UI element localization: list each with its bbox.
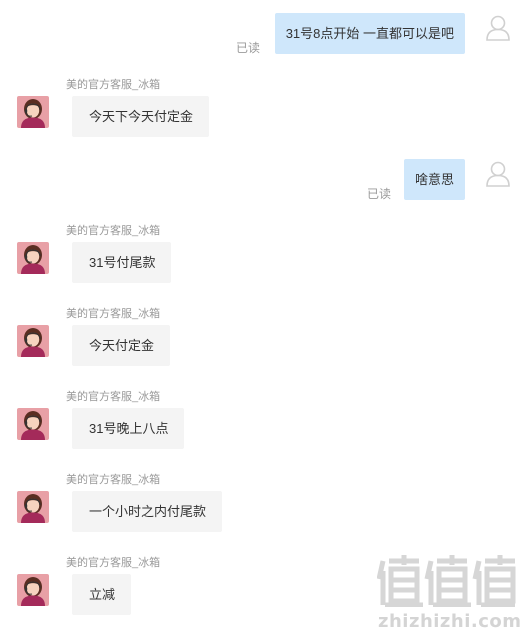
agent-message: 美的官方客服_冰箱 31号付尾款 xyxy=(0,224,525,294)
agent-avatar xyxy=(17,491,49,523)
watermark-logo xyxy=(377,555,516,607)
sender-name: 美的官方客服_冰箱 xyxy=(66,308,161,320)
user-message: 已读 31号8点开始 一直都可以是吧 xyxy=(0,13,525,73)
agent-message-bubble[interactable]: 立减 xyxy=(72,574,132,615)
read-status: 已读 xyxy=(235,41,260,55)
agent-message: 美的官方客服_冰箱 今天付定金 xyxy=(0,307,525,377)
agent-avatar xyxy=(17,242,49,274)
user-avatar-icon xyxy=(485,15,511,41)
agent-avatar xyxy=(17,325,49,357)
user-avatar-icon xyxy=(485,161,511,187)
agent-avatar xyxy=(17,408,49,440)
user-message-bubble[interactable]: 31号8点开始 一直都可以是吧 xyxy=(274,13,465,54)
message-text: 31号8点开始 一直都可以是吧 xyxy=(285,26,454,41)
message-text: 一个小时之内付尾款 xyxy=(89,504,207,519)
user-message-bubble[interactable]: 啥意思 xyxy=(403,159,465,200)
message-text: 今天下今天付定金 xyxy=(89,109,194,124)
agent-message-bubble[interactable]: 31号晚上八点 xyxy=(72,408,185,449)
message-text: 啥意思 xyxy=(414,172,454,187)
message-text: 今天付定金 xyxy=(89,338,155,353)
agent-message-bubble[interactable]: 今天付定金 xyxy=(72,325,171,366)
agent-avatar xyxy=(17,574,49,606)
agent-message-bubble[interactable]: 31号付尾款 xyxy=(72,242,172,283)
watermark-text: zhizhizhi.com xyxy=(378,611,522,632)
site-watermark: zhizhizhi.com xyxy=(372,553,522,638)
message-text: 31号付尾款 xyxy=(89,255,156,270)
sender-name: 美的官方客服_冰箱 xyxy=(66,474,161,486)
sender-name: 美的官方客服_冰箱 xyxy=(66,225,161,237)
user-message: 已读 啥意思 xyxy=(0,159,525,219)
agent-message-bubble[interactable]: 今天下今天付定金 xyxy=(72,96,210,137)
agent-avatar xyxy=(17,96,49,128)
sender-name: 美的官方客服_冰箱 xyxy=(66,557,161,569)
agent-message: 美的官方客服_冰箱 一个小时之内付尾款 xyxy=(0,473,525,543)
agent-message: 美的官方客服_冰箱 31号晚上八点 xyxy=(0,390,525,460)
agent-message-bubble[interactable]: 一个小时之内付尾款 xyxy=(72,491,223,532)
chat-history: 已读 31号8点开始 一直都可以是吧 美的官方客服_冰箱 今天下今天付定金 已读… xyxy=(0,0,525,638)
agent-message: 美的官方客服_冰箱 今天下今天付定金 xyxy=(0,78,525,148)
message-text: 立减 xyxy=(89,587,116,602)
read-status: 已读 xyxy=(366,187,391,201)
sender-name: 美的官方客服_冰箱 xyxy=(66,391,161,403)
message-text: 31号晚上八点 xyxy=(89,421,169,436)
sender-name: 美的官方客服_冰箱 xyxy=(66,79,161,91)
